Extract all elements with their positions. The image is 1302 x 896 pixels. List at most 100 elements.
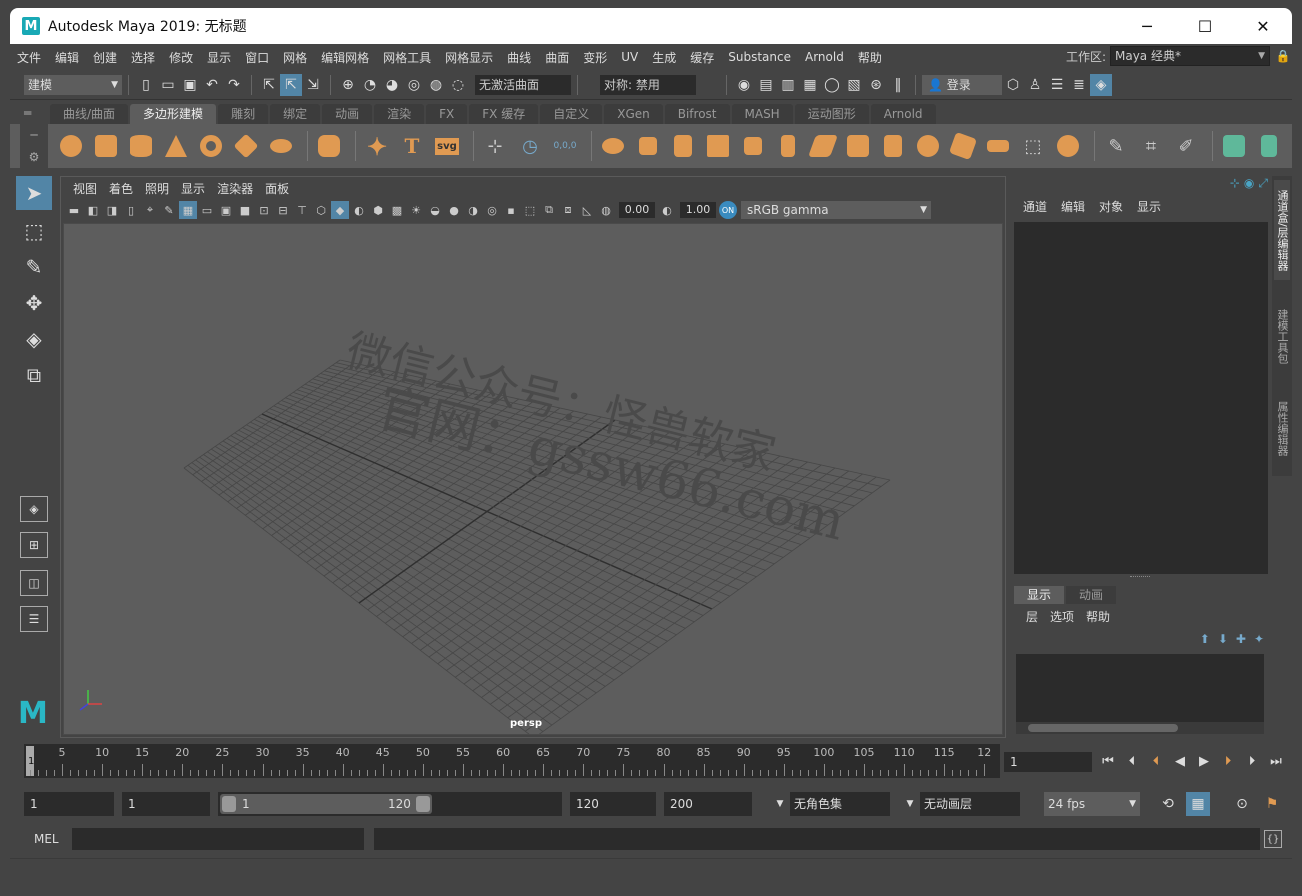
save-scene-icon[interactable]: ▣	[179, 74, 201, 96]
anim-layer-dropdown-icon[interactable]: ▼	[898, 792, 922, 816]
open-scene-icon[interactable]: ▭	[157, 74, 179, 96]
shelf-settings-icon[interactable]: ⚙	[29, 150, 40, 164]
tab-anim-layers[interactable]: 动画	[1066, 586, 1117, 604]
play-backwards-icon[interactable]: ◀	[1170, 750, 1190, 772]
new-layer-selected-icon[interactable]: ✦	[1254, 632, 1264, 646]
menu-file[interactable]: 文件	[10, 49, 48, 66]
menu-windows[interactable]: 窗口	[238, 49, 276, 66]
render-settings-icon[interactable]: ▦	[799, 74, 821, 96]
poly-disc-icon[interactable]	[266, 131, 296, 161]
extrude-icon[interactable]	[773, 131, 803, 161]
gate-mask-icon[interactable]: ■	[236, 201, 254, 219]
playback-prefs-icon[interactable]: ⊙	[1230, 792, 1254, 816]
select-object-icon[interactable]: ⇱	[280, 73, 302, 96]
script-language-label[interactable]: MEL	[34, 832, 59, 846]
panel-splitter[interactable]	[1130, 576, 1150, 578]
default-material-icon[interactable]: ◐	[350, 201, 368, 219]
move-tool-icon[interactable]: ✥	[16, 286, 52, 320]
render-frame-icon[interactable]: ▤	[755, 74, 777, 96]
shelf-collapse-icon[interactable]: ─	[30, 128, 37, 142]
range-slider-track[interactable]: 1 120	[220, 794, 432, 814]
fps-dropdown[interactable]: 24 fps	[1044, 792, 1140, 816]
step-forward-key-icon[interactable]: ⏵	[1218, 750, 1238, 772]
float-panel-icon[interactable]: ⤢	[1258, 176, 1268, 191]
wedge-icon[interactable]: ⬚	[1018, 131, 1048, 161]
loop-icon[interactable]: ⟲	[1156, 792, 1180, 816]
paint-select-tool-icon[interactable]: ✎	[16, 250, 52, 284]
tab-arnold[interactable]: Arnold	[870, 104, 936, 124]
snap-surface-icon[interactable]: ◍	[425, 74, 447, 96]
depth-of-field-icon[interactable]: ▪	[502, 201, 520, 219]
menu-uv[interactable]: UV	[614, 50, 645, 64]
panel-menu-renderer[interactable]: 渲染器	[211, 180, 259, 197]
login-button[interactable]: 👤 登录	[922, 74, 1002, 95]
layer-list[interactable]	[1016, 654, 1264, 726]
multi-cut-icon[interactable]: ✎	[1101, 131, 1131, 161]
anim-start-field[interactable]: 1	[24, 792, 114, 816]
snap-grid-icon[interactable]: ⊕	[337, 74, 359, 96]
poly-text-icon[interactable]: T	[397, 131, 427, 161]
tab-sculpting[interactable]: 雕刻	[218, 104, 269, 124]
character-set-dropdown-icon[interactable]: ▼	[768, 792, 792, 816]
mesh-combine-icon[interactable]	[598, 131, 628, 161]
snap-view-icon[interactable]: ◎	[403, 74, 425, 96]
exposure-field[interactable]: 0.00	[619, 202, 655, 218]
camera-select-icon[interactable]: ▬	[65, 201, 83, 219]
lasso-tool-icon[interactable]: ⬚	[16, 214, 52, 248]
smooth-icon[interactable]	[703, 131, 733, 161]
anim-end-field[interactable]: 200	[664, 792, 752, 816]
menu-arnold[interactable]: Arnold	[798, 50, 851, 64]
tab-rigging[interactable]: 绑定	[270, 104, 321, 124]
layer-menu-options[interactable]: 选项	[1044, 608, 1080, 625]
grease-pencil-icon[interactable]: ✎	[160, 201, 178, 219]
color-management-toggle[interactable]: ON	[719, 201, 737, 219]
menu-deform[interactable]: 变形	[576, 49, 614, 66]
film-gate-icon[interactable]: ▭	[198, 201, 216, 219]
menu-surfaces[interactable]: 曲面	[538, 49, 576, 66]
exposure-icon[interactable]: ◍	[597, 201, 615, 219]
xray-joints-icon[interactable]: ⧈	[559, 201, 577, 219]
resolution-gate-icon[interactable]: ▣	[217, 201, 235, 219]
bevel-edge-icon[interactable]	[878, 131, 908, 161]
menu-select[interactable]: 选择	[124, 49, 162, 66]
menu-generate[interactable]: 生成	[645, 49, 683, 66]
tab-mash[interactable]: MASH	[731, 104, 793, 124]
wireframe-on-shaded-icon[interactable]: ⬢	[369, 201, 387, 219]
quad-draw-icon[interactable]: ✐	[1171, 131, 1201, 161]
textured-icon[interactable]: ▩	[388, 201, 406, 219]
side-tab-channel-box[interactable]: 通道盒/层编辑器	[1274, 180, 1290, 280]
step-forward-frame-icon[interactable]: ⏵	[1242, 750, 1262, 772]
mesh-separate-icon[interactable]	[633, 131, 663, 161]
menu-edit-mesh[interactable]: 编辑网格	[314, 49, 376, 66]
select-tool-icon[interactable]: ➤	[16, 176, 52, 210]
symmetry-field[interactable]: 对称: 禁用	[600, 74, 696, 95]
poly-torus-icon[interactable]	[196, 131, 226, 161]
tool-settings-icon[interactable]: ≣	[1068, 74, 1090, 96]
motion-blur-icon[interactable]: ◑	[464, 201, 482, 219]
poly-sphere-icon[interactable]	[56, 131, 86, 161]
workspace-dropdown[interactable]: Maya 经典*	[1110, 46, 1270, 66]
merge-icon[interactable]	[983, 131, 1013, 161]
menu-mesh-tools[interactable]: 网格工具	[376, 49, 438, 66]
scrollbar-thumb[interactable]	[1028, 724, 1178, 732]
fill-hole-icon[interactable]	[913, 131, 943, 161]
menu-help[interactable]: 帮助	[851, 49, 889, 66]
tab-motion-graphics[interactable]: 运动图形	[794, 104, 869, 124]
panel-menu-lighting[interactable]: 照明	[139, 180, 175, 197]
sync-icon[interactable]: ◉	[1244, 176, 1254, 191]
safe-title-icon[interactable]: ⊤	[293, 201, 311, 219]
shadows-icon[interactable]: ◒	[426, 201, 444, 219]
single-pane-layout-icon[interactable]: ◈	[20, 496, 48, 522]
side-tab-attribute-editor[interactable]: 属性编辑器	[1274, 396, 1290, 460]
snap-live-icon[interactable]: ◌	[447, 74, 469, 96]
menu-curves[interactable]: 曲线	[500, 49, 538, 66]
tab-fx-caching[interactable]: FX 缓存	[469, 104, 539, 124]
menu-edit[interactable]: 编辑	[48, 49, 86, 66]
menu-create[interactable]: 创建	[86, 49, 124, 66]
wireframe-icon[interactable]: ⬡	[312, 201, 330, 219]
script-editor-icon[interactable]: {}	[1264, 830, 1282, 848]
maximize-button[interactable]: ☐	[1176, 8, 1234, 44]
play-forwards-icon[interactable]: ▶	[1194, 750, 1214, 772]
tab-rendering[interactable]: 渲染	[374, 104, 425, 124]
super-shape-icon[interactable]: ✦	[362, 131, 392, 161]
